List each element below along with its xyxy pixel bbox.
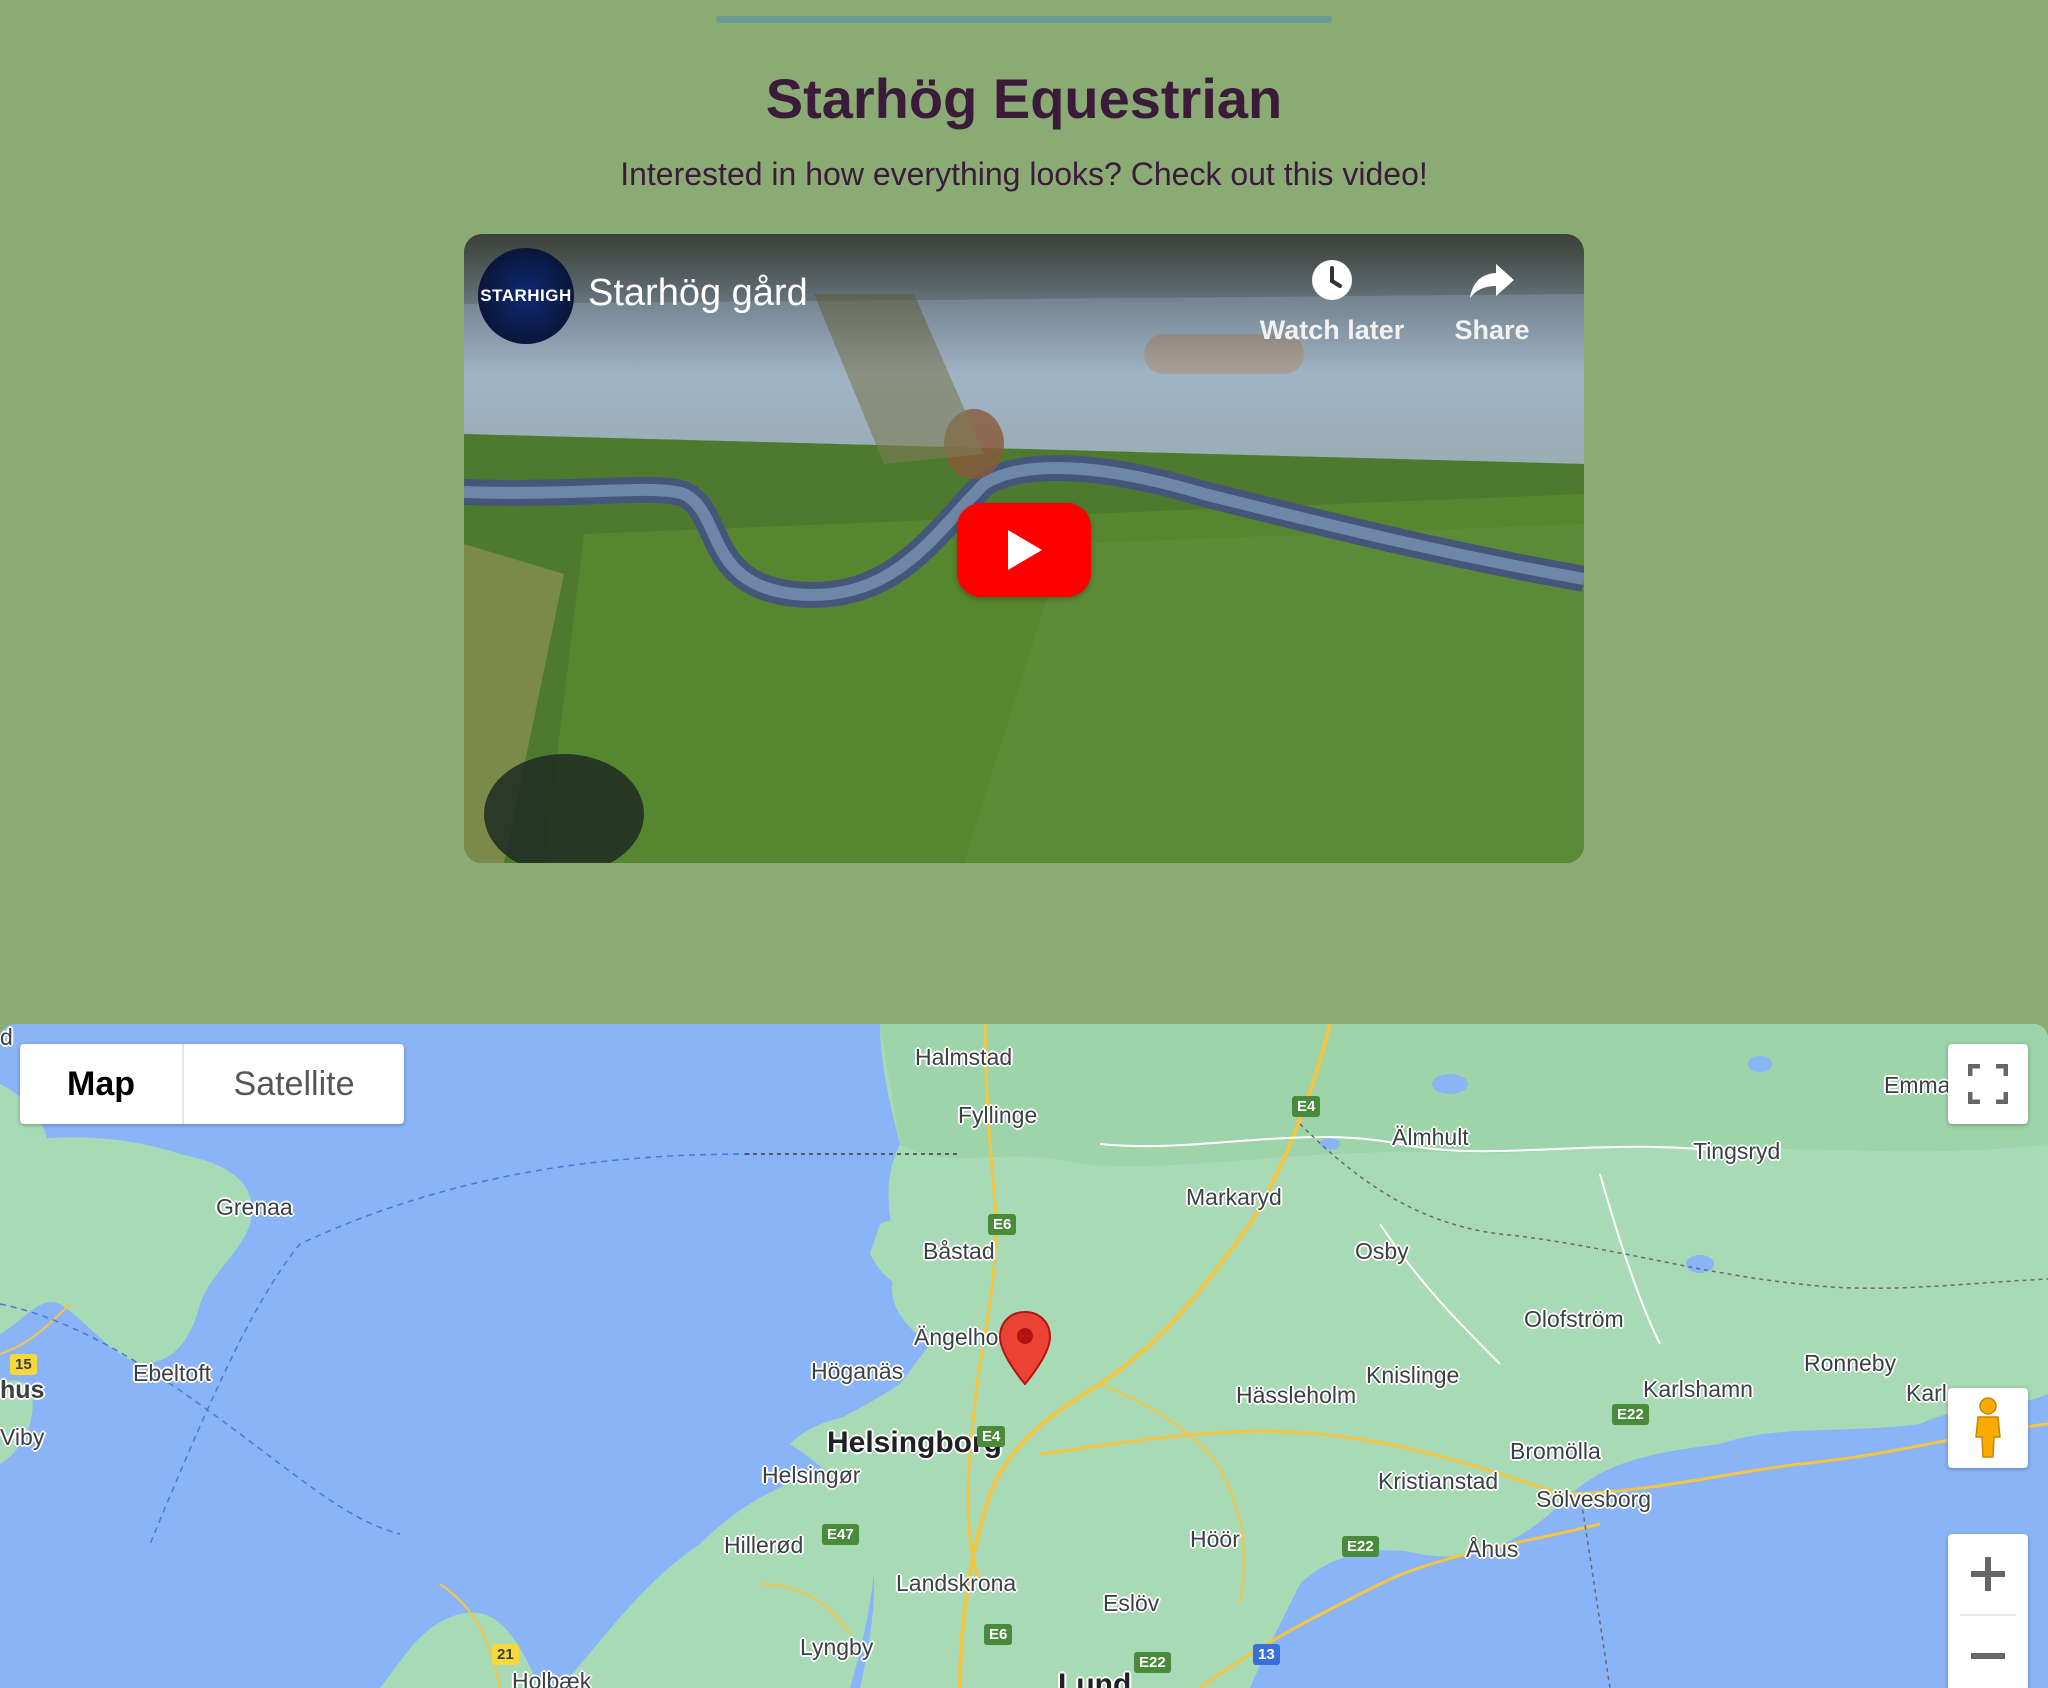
play-button[interactable] bbox=[957, 503, 1091, 597]
map-type-satellite-button[interactable]: Satellite bbox=[184, 1044, 404, 1124]
place-label: Hässleholm bbox=[1236, 1382, 1357, 1408]
street-view-pegman-button[interactable] bbox=[1948, 1388, 2028, 1468]
road-shield: E47 bbox=[822, 1524, 859, 1545]
place-label: Osby bbox=[1355, 1238, 1409, 1264]
road-shield: E6 bbox=[988, 1214, 1017, 1235]
place-label-major: Lund bbox=[1058, 1668, 1132, 1688]
place-label: Karlshamn bbox=[1643, 1376, 1753, 1402]
place-label: Emma bbox=[1884, 1072, 1951, 1098]
road-shield: E22 bbox=[1612, 1404, 1649, 1425]
clock-icon bbox=[1312, 260, 1352, 300]
google-map[interactable]: Halmstad Fyllinge Älmhult Tingsryd Emma … bbox=[0, 1024, 2048, 1688]
place-label: Ebeltoft bbox=[133, 1360, 211, 1386]
road-shield: E22 bbox=[1342, 1536, 1379, 1557]
place-label: Ängelho bbox=[914, 1324, 999, 1350]
place-label: Eslöv bbox=[1103, 1590, 1160, 1616]
place-label: Karl bbox=[1906, 1380, 1947, 1406]
watch-later-button[interactable]: Watch later bbox=[1252, 258, 1412, 346]
map-type-toggle: Map Satellite bbox=[20, 1044, 404, 1124]
place-label: Höganäs bbox=[811, 1358, 904, 1384]
place-label: Olofström bbox=[1524, 1306, 1624, 1332]
section-divider bbox=[716, 16, 1332, 23]
place-label: Sölvesborg bbox=[1536, 1486, 1652, 1512]
road-shield: E6 bbox=[984, 1624, 1013, 1645]
channel-avatar[interactable]: STARHIGH bbox=[478, 248, 574, 344]
map-type-map-button[interactable]: Map bbox=[20, 1044, 184, 1124]
road-shield: E4 bbox=[1292, 1096, 1321, 1117]
place-label: d bbox=[0, 1024, 13, 1050]
road-shield: 13 bbox=[1253, 1644, 1280, 1665]
place-label: Helsingør bbox=[762, 1462, 861, 1488]
place-label: Åhus bbox=[1466, 1536, 1519, 1562]
place-label: Älmhult bbox=[1392, 1124, 1469, 1150]
place-label: Fyllinge bbox=[958, 1102, 1038, 1128]
place-label: Grenaa bbox=[216, 1194, 293, 1220]
video-title-link[interactable]: Starhög gård bbox=[588, 272, 808, 315]
page-title: Starhög Equestrian bbox=[765, 67, 1283, 130]
road-shield: 15 bbox=[10, 1354, 37, 1375]
place-label: Höör bbox=[1190, 1526, 1240, 1552]
place-label: Hillerød bbox=[724, 1532, 804, 1558]
zoom-controls bbox=[1948, 1534, 2028, 1688]
place-label: Tingsryd bbox=[1693, 1138, 1781, 1164]
road-shield: 21 bbox=[492, 1644, 519, 1665]
place-label: Båstad bbox=[923, 1238, 995, 1264]
place-label: Halmstad bbox=[915, 1044, 1013, 1070]
zoom-out-button[interactable] bbox=[1948, 1616, 2028, 1688]
youtube-video-embed[interactable]: STARHIGH Starhög gård Watch later Share bbox=[464, 234, 1584, 863]
place-label: Ronneby bbox=[1804, 1350, 1897, 1376]
share-button[interactable]: Share bbox=[1412, 258, 1572, 346]
road-shield: E4 bbox=[977, 1426, 1006, 1447]
plus-icon bbox=[1971, 1557, 2005, 1591]
minus-icon bbox=[1971, 1653, 2005, 1659]
place-label: Lyngby bbox=[800, 1634, 874, 1660]
place-label: Viby bbox=[0, 1424, 45, 1450]
place-label: Bromölla bbox=[1510, 1438, 1601, 1464]
place-label: Knislinge bbox=[1366, 1362, 1460, 1388]
play-icon bbox=[1008, 530, 1042, 570]
place-label: Landskrona bbox=[896, 1570, 1017, 1596]
share-arrow-icon bbox=[1470, 264, 1514, 298]
place-label: Kristianstad bbox=[1378, 1468, 1499, 1494]
page-subtitle: Interested in how everything looks? Chec… bbox=[620, 156, 1428, 192]
road-shield: E22 bbox=[1134, 1652, 1171, 1673]
place-label: Markaryd bbox=[1186, 1184, 1282, 1210]
place-label: Holbæk bbox=[512, 1668, 592, 1688]
fullscreen-icon bbox=[1968, 1064, 2008, 1104]
channel-logo-text: STARHIGH bbox=[480, 286, 572, 305]
fullscreen-button[interactable] bbox=[1948, 1044, 2028, 1124]
location-pin-icon[interactable] bbox=[998, 1310, 1052, 1386]
share-label: Share bbox=[1454, 315, 1530, 345]
place-label: hus bbox=[0, 1376, 45, 1404]
place-label-major: Helsingborg bbox=[827, 1426, 1003, 1459]
zoom-in-button[interactable] bbox=[1948, 1534, 2028, 1614]
watch-later-label: Watch later bbox=[1259, 315, 1405, 345]
pegman-icon bbox=[1975, 1397, 2001, 1458]
